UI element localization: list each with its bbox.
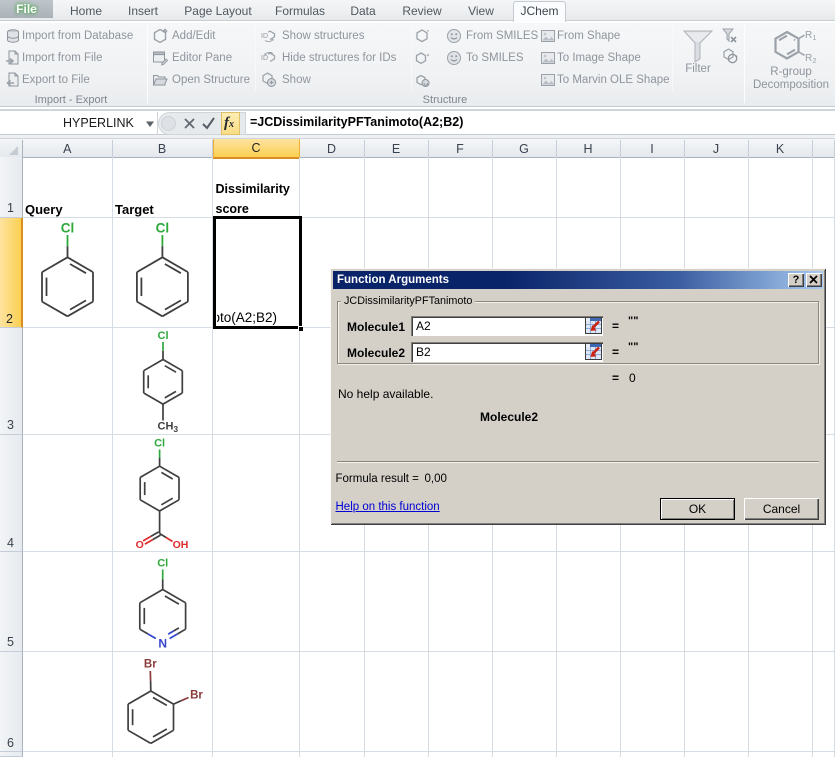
svg-text:Cl: Cl bbox=[61, 221, 75, 236]
svg-text:Cl: Cl bbox=[156, 221, 170, 236]
svg-text:ID: ID bbox=[261, 33, 268, 40]
svg-text:CH3: CH3 bbox=[158, 421, 179, 435]
svg-text:ID: ID bbox=[261, 55, 268, 62]
svg-text:R: R bbox=[805, 53, 812, 64]
svg-text:Br: Br bbox=[144, 659, 157, 671]
svg-text:O: O bbox=[136, 539, 144, 551]
svg-text:Cl: Cl bbox=[154, 438, 165, 450]
svg-text:N: N bbox=[158, 637, 167, 651]
svg-text:1: 1 bbox=[813, 35, 817, 42]
svg-text:Cl: Cl bbox=[157, 558, 168, 570]
svg-text:Cl: Cl bbox=[158, 330, 169, 342]
svg-text:Br: Br bbox=[190, 690, 203, 702]
svg-text:OH: OH bbox=[173, 539, 189, 551]
svg-text:R: R bbox=[805, 30, 812, 41]
